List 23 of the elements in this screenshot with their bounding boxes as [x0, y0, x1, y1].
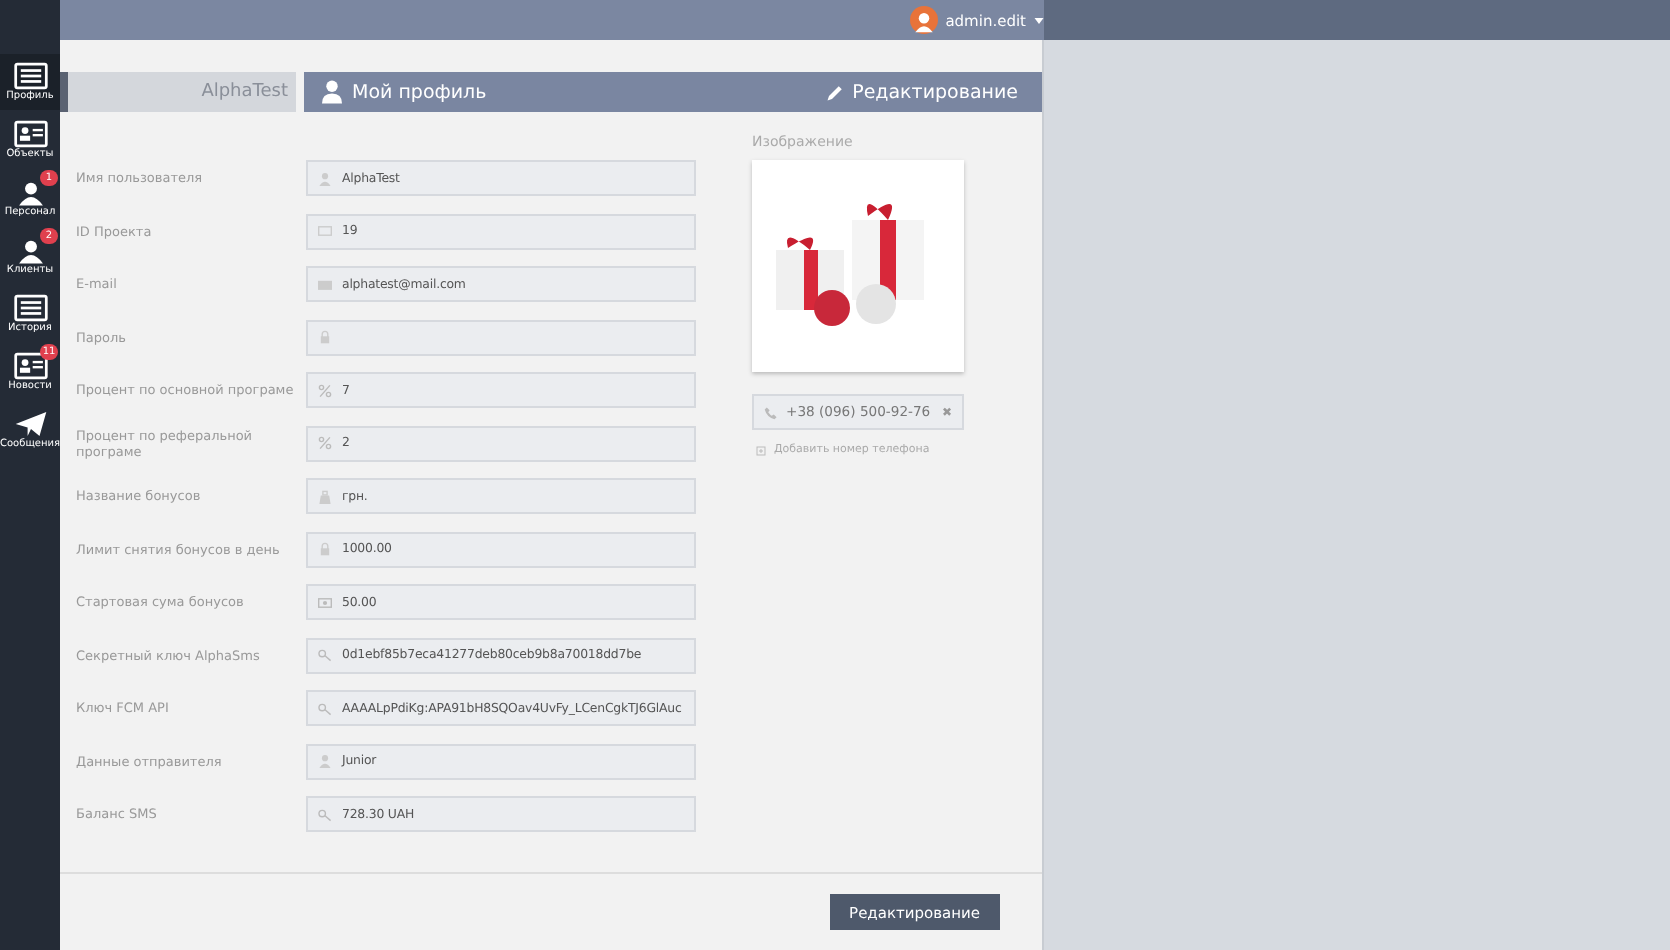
edit-tab[interactable]: Редактирование	[826, 81, 1018, 103]
person-icon	[13, 235, 47, 263]
id-card-icon	[13, 119, 47, 147]
pencil-icon	[826, 83, 845, 101]
list-icon	[13, 61, 47, 89]
user-icon	[318, 754, 332, 768]
profile-title: Мой профиль	[352, 81, 489, 103]
lock-icon	[318, 542, 332, 556]
caret-icon	[1034, 17, 1044, 23]
bag-icon	[318, 489, 332, 503]
paper-plane-icon	[13, 409, 47, 437]
input-field[interactable]	[306, 319, 696, 355]
lock-icon	[318, 330, 332, 344]
avatar-icon	[909, 6, 938, 34]
user-icon	[322, 80, 342, 104]
user-icon	[318, 171, 332, 185]
list-icon	[13, 293, 47, 321]
phone-icon	[764, 405, 778, 419]
banknote-icon	[318, 595, 332, 609]
plus-icon	[756, 445, 766, 455]
percent-icon	[318, 436, 332, 450]
newspaper-icon	[13, 351, 47, 379]
percent-icon	[318, 383, 332, 397]
